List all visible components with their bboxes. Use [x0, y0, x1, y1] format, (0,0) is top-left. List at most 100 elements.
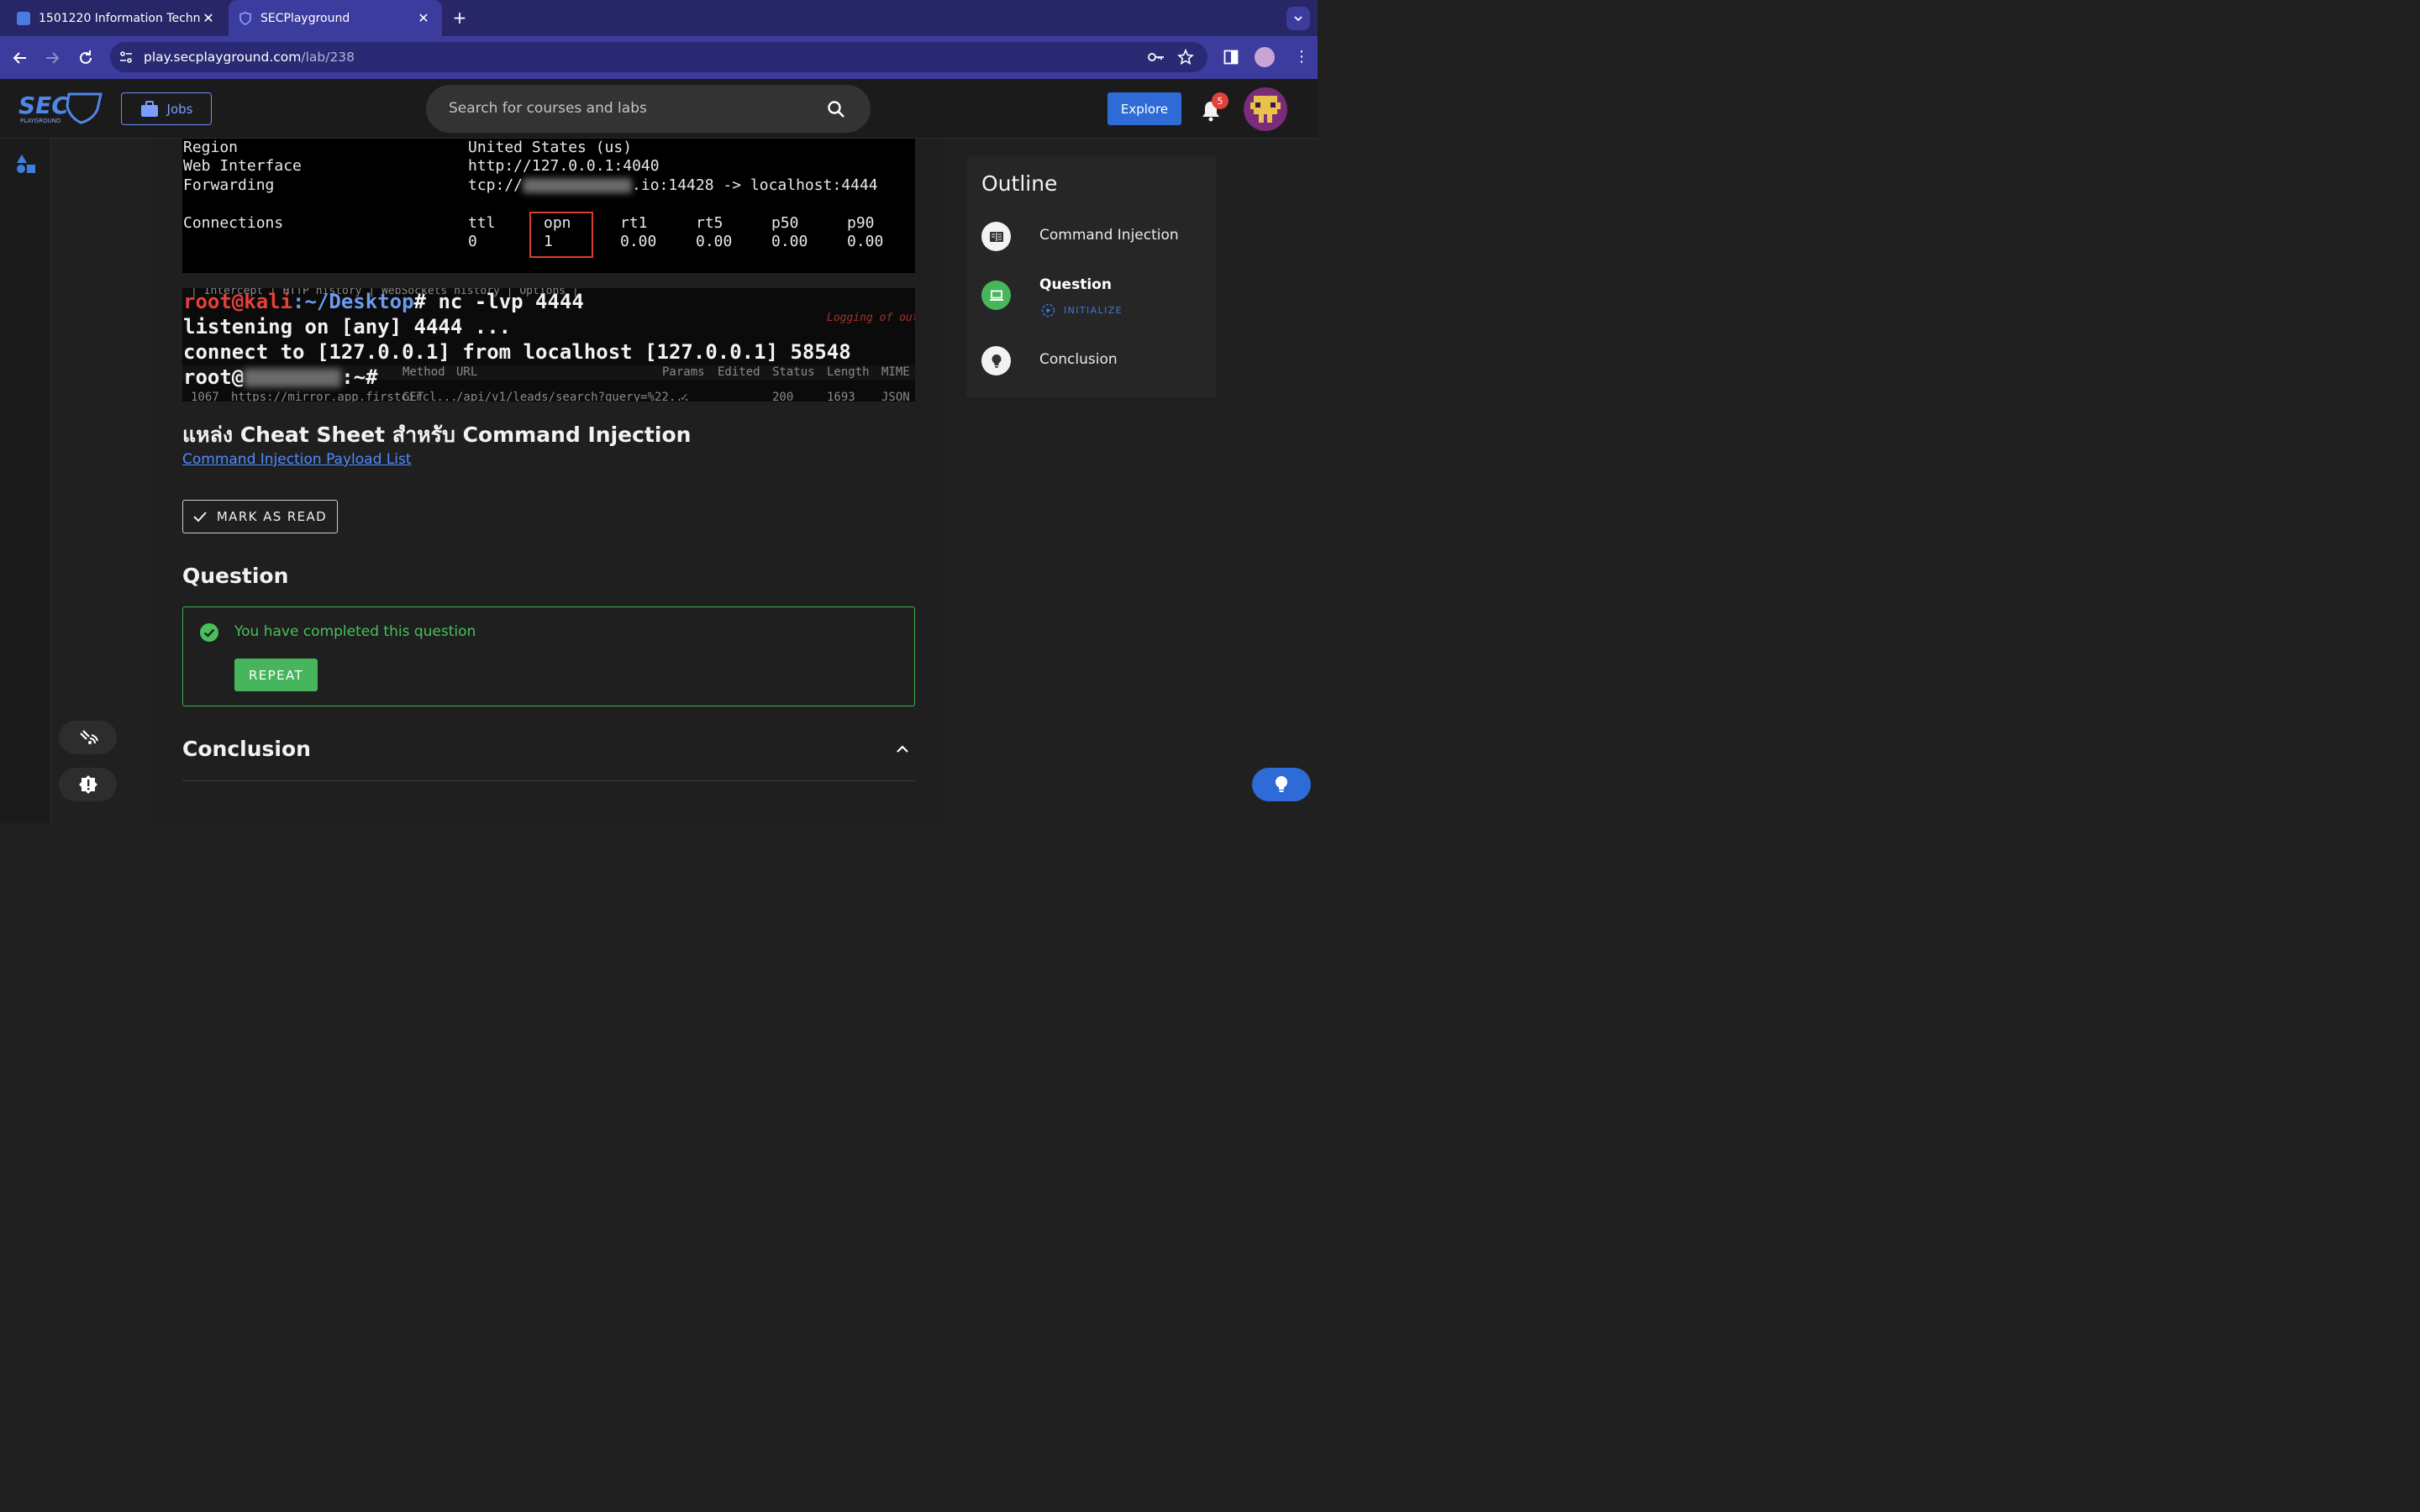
repeat-button[interactable]: REPEAT: [234, 659, 318, 691]
alert-badge-icon: [78, 775, 97, 794]
laptop-icon: [989, 290, 1003, 301]
terminal-label: Web Interface: [183, 157, 302, 175]
mark-as-read-button[interactable]: MARK AS READ: [182, 500, 338, 533]
cheat-sheet-heading: แหล่ง Cheat Sheet สำหรับ Command Injecti…: [182, 423, 692, 447]
terminal-col-value: 0.00: [696, 233, 733, 250]
burp-row-id: 1067: [191, 391, 219, 402]
terminal-value: http://127.0.0.1:4040: [468, 157, 660, 175]
site-info-icon[interactable]: [118, 49, 134, 69]
svg-text:SEC: SEC: [18, 92, 69, 119]
burp-col: MIME t: [881, 365, 910, 379]
redacted-host: [523, 178, 633, 193]
terminal-value: tcp://.io:14428 -> localhost:4444: [468, 176, 878, 194]
search-input[interactable]: Search for courses and labs: [449, 100, 647, 117]
key-icon[interactable]: [1147, 49, 1165, 69]
arrow-left-icon: [13, 52, 26, 64]
terminal-col-value: 0.00: [847, 233, 884, 250]
outline-item-command-injection[interactable]: Command Injection: [1039, 227, 1179, 244]
terminal-col-value: 0.00: [620, 233, 657, 250]
tab-title: SECPlayground: [260, 11, 350, 25]
reload-button[interactable]: [76, 48, 96, 68]
burp-logging-text: Logging of out-o: [827, 312, 915, 324]
nc-command-line: root@kali:~/Desktop# nc -lvp 4444: [183, 290, 584, 313]
initialize-button[interactable]: INITIALIZE: [1041, 303, 1123, 318]
chevron-down-icon: [1294, 16, 1302, 22]
report-issue-button[interactable]: [59, 768, 117, 801]
shield-favicon-icon: [239, 11, 252, 25]
notification-badge: 5: [1212, 92, 1228, 109]
arrow-right-icon: [46, 52, 60, 64]
star-icon[interactable]: [1177, 48, 1194, 69]
burp-col: Params: [662, 365, 705, 379]
url-text[interactable]: play.secplayground.com/lab/238: [144, 49, 355, 66]
url-path: /lab/238: [301, 50, 355, 65]
outline-item-conclusion[interactable]: Conclusion: [1039, 351, 1118, 368]
mark-as-read-label: MARK AS READ: [216, 509, 328, 524]
svg-text:PLAYGROUND: PLAYGROUND: [20, 118, 60, 124]
browser-tab-1[interactable]: 1501220 Information Technolo ✕: [7, 0, 227, 36]
check-icon: [193, 512, 207, 522]
profile-avatar-icon[interactable]: [1255, 47, 1275, 67]
payload-list-link[interactable]: Command Injection Payload List: [182, 451, 411, 468]
terminal-col-header: ttl: [468, 214, 496, 232]
close-tab-icon[interactable]: ✕: [200, 10, 217, 26]
briefcase-icon: [140, 100, 158, 117]
burp-row-status: 200: [772, 391, 794, 402]
terminal-value: United States (us): [468, 139, 633, 156]
redacted-hostname: [244, 369, 342, 387]
radar-icon: [79, 730, 98, 744]
classroom-favicon-icon: [17, 11, 30, 25]
explore-button[interactable]: Explore: [1107, 92, 1181, 125]
question-completed-panel: [182, 606, 915, 706]
burp-col: URL: [456, 365, 478, 379]
hint-button[interactable]: [1252, 768, 1311, 801]
jobs-button[interactable]: Jobs: [121, 92, 212, 125]
shapes-icon[interactable]: [16, 154, 36, 177]
forward-button[interactable]: [42, 48, 62, 68]
terminal-label: Region: [183, 139, 239, 156]
initialize-label: INITIALIZE: [1064, 305, 1123, 316]
burp-col: Length: [827, 365, 870, 379]
hacker-tools-button[interactable]: [59, 721, 117, 754]
terminal-col-value: 0: [468, 233, 477, 250]
search-icon[interactable]: [827, 100, 845, 122]
terminal-col-header: rt1: [620, 214, 648, 232]
terminal-col-value: 0.00: [771, 233, 808, 250]
burp-row-params: ✓: [681, 391, 688, 402]
play-circle-icon: [1041, 303, 1055, 318]
lightbulb-icon: [1276, 776, 1287, 792]
terminal-label: Connections: [183, 214, 284, 232]
burp-row-url: /api/v1/leads/search?query=%22...: [456, 391, 691, 402]
check-circle-icon: [199, 622, 219, 646]
new-tab-button[interactable]: +: [450, 8, 469, 28]
reload-icon: [80, 50, 92, 64]
terminal-col-header: p90: [847, 214, 875, 232]
browser-tab-2[interactable]: SECPlayground ✕: [229, 0, 442, 36]
nc-listening-line: listening on [any] 4444 ...: [183, 315, 512, 339]
burp-col: Edited: [718, 365, 760, 379]
secplayground-logo[interactable]: SEC PLAYGROUND: [18, 91, 104, 128]
netcat-terminal-screenshot: | Intercept | HTTP history | WebSockets …: [182, 288, 915, 402]
terminal-col-header: rt5: [696, 214, 723, 232]
outline-title: Outline: [981, 171, 1058, 196]
close-tab-icon[interactable]: ✕: [415, 10, 432, 26]
nc-shell-prompt: root@:~#: [183, 365, 378, 389]
book-icon: [989, 231, 1003, 242]
divider: [182, 780, 915, 781]
outline-item-icon-2[interactable]: [981, 281, 1011, 310]
back-button[interactable]: [10, 48, 30, 68]
terminal-label: Forwarding: [183, 176, 275, 194]
user-avatar[interactable]: [1244, 87, 1287, 131]
outline-item-icon-3[interactable]: [981, 346, 1011, 375]
side-panel-icon[interactable]: [1223, 50, 1239, 68]
chevron-up-icon[interactable]: [894, 741, 911, 761]
completed-message: You have completed this question: [234, 623, 476, 640]
burp-row-length: 1693: [827, 391, 855, 402]
outline-item-icon-1[interactable]: [981, 222, 1011, 251]
tab-search-button[interactable]: [1286, 7, 1310, 30]
outline-item-question[interactable]: Question: [1039, 276, 1112, 293]
nc-connect-line: connect to [127.0.0.1] from localhost [1…: [183, 340, 851, 364]
burp-col: Method: [402, 365, 445, 379]
conclusion-heading[interactable]: Conclusion: [182, 737, 311, 761]
more-menu-icon[interactable]: ⋮: [1294, 48, 1309, 66]
